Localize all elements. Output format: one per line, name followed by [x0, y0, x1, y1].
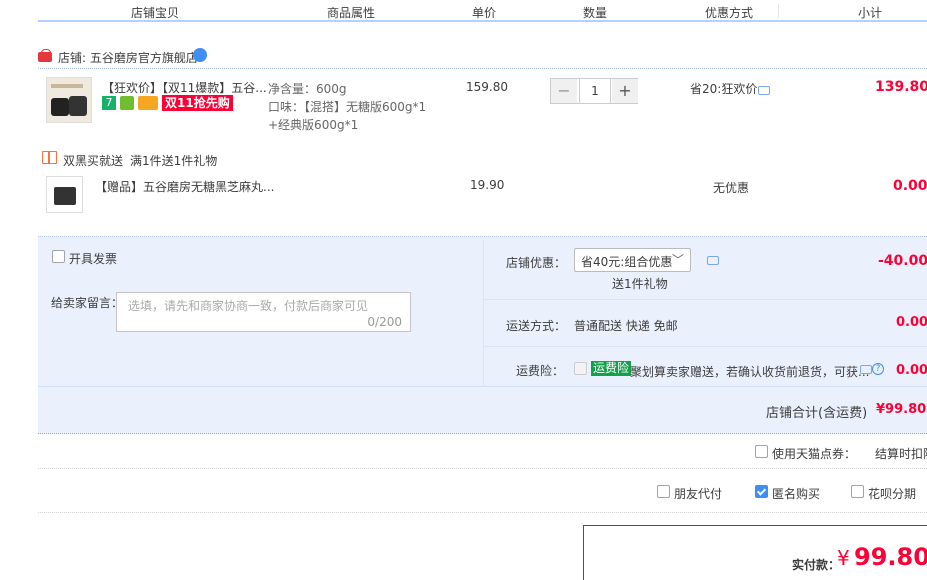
shipping-label: 运送方式： [506, 319, 567, 333]
guarantee-icon [120, 96, 134, 110]
tmall-points-checkbox[interactable] [755, 445, 768, 458]
divider [38, 512, 927, 513]
col-qty: 数量 [583, 6, 608, 20]
table-header: 店铺宝贝 商品属性 单价 数量 优惠方式 小计 [38, 0, 927, 22]
shop-discount-label: 店铺优惠： [506, 256, 567, 270]
product-title[interactable]: 【狂欢价】【双11爆款】五谷... [102, 79, 267, 96]
gift-icon [42, 151, 57, 164]
shop-discount-amount: -40.00 [878, 253, 927, 269]
message-label: 给卖家留言： [51, 296, 124, 310]
double11-promo-badge: 双11抢先购 [162, 95, 233, 111]
unit-price: 159.80 [466, 80, 508, 94]
qty-input[interactable]: 1 [579, 79, 611, 103]
tmall-points-label: 使用天猫点券： [772, 447, 857, 461]
shop-total-amount: ¥99.80 [876, 402, 927, 417]
gift-subtotal: 0.00 [893, 178, 927, 194]
card-pay-icon [138, 96, 158, 110]
help-icon[interactable]: ? [872, 363, 884, 375]
gift-thumbnail[interactable] [46, 176, 83, 213]
attr-flavor: 口味：【混搭】无糖版600g*1 [268, 100, 427, 114]
panel-row-divider [484, 299, 927, 300]
qty-plus-button[interactable]: + [612, 79, 638, 103]
friend-pay-checkbox[interactable] [657, 485, 670, 498]
anonymous-checkbox[interactable] [755, 485, 768, 498]
payment-label: 实付款： [792, 558, 841, 572]
discount-label: 省20:狂欢价 [690, 82, 758, 96]
col-attr: 商品属性 [327, 6, 376, 20]
anonymous-label[interactable]: 匿名购买 [772, 485, 820, 502]
gift-promo-name: 双黑买就送 [63, 154, 124, 168]
gift-promo-rule: 满1件送1件礼物 [130, 154, 218, 168]
divider [38, 468, 927, 469]
insurance-label: 运费险： [516, 364, 565, 378]
message-placeholder: 选填，请先和商家协商一致，付款后商家可见 [128, 299, 369, 313]
quantity-stepper: − 1 + [550, 78, 638, 104]
shipping-amount: 0.00 [896, 315, 927, 330]
panel-divider [483, 240, 484, 386]
payment-amount: 99.80 [854, 543, 927, 571]
insurance-text: 聚划算卖家赠送，若确认收货前退货，可获... [630, 365, 870, 379]
payment-currency: ¥ [837, 546, 850, 570]
panel-row-divider [484, 346, 927, 347]
7day-return-icon: 7 [102, 96, 116, 110]
shop-total-label: 店铺合计(含运费) [766, 406, 868, 421]
product-thumbnail[interactable] [46, 77, 92, 123]
col-price: 单价 [472, 6, 497, 20]
panel-row-divider [38, 386, 927, 387]
qty-minus-button[interactable]: − [551, 79, 577, 103]
message-counter: 0/200 [367, 315, 402, 329]
discount-chat-icon[interactable] [707, 256, 719, 265]
gift-discount: 无优惠 [713, 181, 750, 195]
gift-unit-price: 19.90 [470, 178, 505, 192]
item-subtotal: 139.80 [875, 79, 927, 95]
huabei-label[interactable]: 花呗分期 [868, 485, 916, 502]
shop-discount-select[interactable]: 省40元:组合优惠 ﹀ [574, 248, 691, 272]
invoice-label: 开具发票 [69, 252, 118, 266]
payment-summary: 实付款： ¥ 99.80 [583, 525, 927, 580]
col-item: 店铺宝贝 [131, 6, 180, 20]
col-subtotal: 小计 [858, 6, 883, 20]
insurance-badge: 运费险 [591, 361, 632, 376]
attr-weight: 净含量：600g [268, 82, 347, 96]
friend-pay-label[interactable]: 朋友代付 [674, 485, 722, 502]
col-discount: 优惠方式 [705, 6, 754, 20]
shop-discount-gift: 送1件礼物 [612, 277, 668, 291]
product-tags: 7 双11抢先购 [102, 95, 233, 111]
invoice-checkbox[interactable] [52, 250, 65, 263]
chevron-down-icon: ﹀ [671, 253, 684, 267]
insurance-checkbox[interactable] [574, 362, 587, 375]
seller-message-input[interactable]: 选填，请先和商家协商一致，付款后商家可见 0/200 [116, 292, 411, 332]
insurance-chat-icon[interactable] [860, 365, 872, 374]
shipping-method: 普通配送 快递 免邮 [574, 319, 678, 333]
shop-name[interactable]: 店铺: 五谷磨房官方旗舰店 [58, 49, 198, 66]
tmall-points-note: 结算时扣除 [875, 447, 927, 461]
discount-info-icon[interactable] [758, 86, 770, 95]
tmall-shop-icon [38, 49, 52, 62]
wangwang-chat-icon[interactable] [193, 48, 207, 62]
huabei-checkbox[interactable] [851, 485, 864, 498]
attr-flavor-line2: +经典版600g*1 [268, 118, 359, 132]
insurance-amount: 0.00 [896, 363, 927, 378]
shop-divider [38, 68, 927, 69]
shop-discount-value: 省40元:组合优惠 [581, 255, 673, 269]
checkout-page: 店铺宝贝 商品属性 单价 数量 优惠方式 小计 店铺: 五谷磨房官方旗舰店 【狂… [0, 0, 927, 580]
gift-title[interactable]: 【赠品】五谷磨房无糖黑芝麻丸... [95, 178, 274, 195]
header-divider [778, 4, 779, 18]
